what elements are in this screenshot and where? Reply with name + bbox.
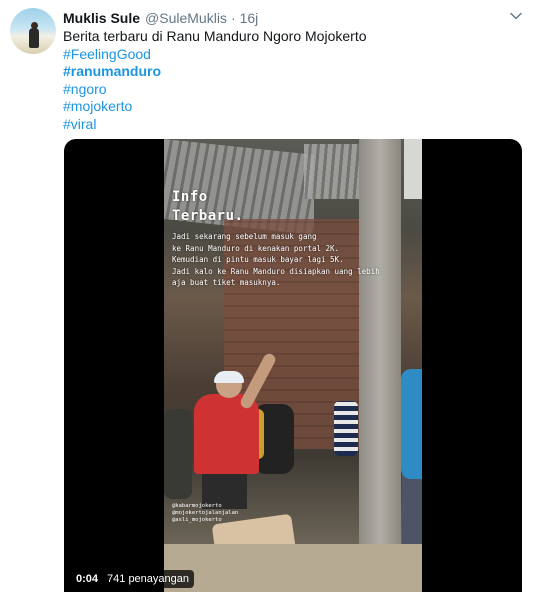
overlay-text-line: Kemudian di pintu masuk bayar lagi 5K.	[172, 255, 344, 265]
hashtag-ngoro[interactable]: #ngoro	[63, 81, 523, 99]
video-credits: @kabarmojokerto @mojokertojalanjalan @as…	[172, 503, 238, 525]
video-scene-wall	[164, 544, 422, 592]
video-player[interactable]: Info Terbaru. Jadi sekarang sebelum masu…	[64, 139, 522, 592]
video-scene-person	[334, 401, 358, 456]
display-name[interactable]: Muklis Sule	[63, 10, 140, 26]
video-caption-overlay: Info Terbaru. Jadi sekarang sebelum masu…	[172, 188, 412, 289]
overlay-title-line: Terbaru.	[172, 208, 244, 224]
chevron-down-icon[interactable]	[509, 9, 523, 23]
overlay-text-line: ke Ranu Manduro di kenakan portal 2K.	[172, 243, 340, 253]
hashtag-ranumanduro[interactable]: #ranumanduro	[63, 63, 523, 81]
video-elapsed-time: 0:04	[76, 573, 99, 585]
separator-dot: ·	[230, 10, 236, 26]
user-handle[interactable]: @SuleMuklis	[145, 10, 227, 26]
tweet-header: Muklis Sule @SuleMuklis · 16j	[63, 8, 258, 28]
video-view-count: 741 penayangan	[107, 573, 189, 585]
credit-handle: @asli_mojokerto	[172, 517, 222, 524]
overlay-text-line: Jadi sekarang sebelum masuk gang	[172, 232, 317, 241]
overlay-body: Jadi sekarang sebelum masuk gang ke Ranu…	[172, 231, 412, 289]
video-time-badge: 0:04 741 penayangan	[71, 570, 194, 588]
overlay-title-line: Info	[172, 189, 208, 205]
avatar[interactable]	[10, 8, 56, 54]
tweet: Muklis Sule @SuleMuklis · 16j Berita ter…	[0, 0, 537, 592]
hashtag-feelinggood[interactable]: #FeelingGood	[63, 46, 523, 64]
credit-handle: @kabarmojokerto	[172, 503, 222, 509]
video-frame[interactable]: Info Terbaru. Jadi sekarang sebelum masu…	[164, 139, 422, 592]
tweet-timestamp[interactable]: 16j	[240, 10, 259, 26]
tweet-text-line: Berita terbaru di Ranu Manduro Ngoro Moj…	[63, 28, 367, 44]
video-scene-cap	[214, 371, 244, 383]
video-scene-person	[164, 409, 192, 499]
hashtag-viral[interactable]: #viral	[63, 116, 523, 134]
avatar-figure	[29, 28, 39, 48]
overlay-text-line: aja buat tiket masuknya.	[172, 278, 281, 288]
hashtag-mojokerto[interactable]: #mojokerto	[63, 98, 523, 116]
overlay-text-line: Jadi kalo ke Ranu Manduro disiapkan uang…	[172, 266, 380, 276]
credit-handle: @mojokertojalanjalan	[172, 510, 239, 517]
video-scene-person	[401, 369, 422, 479]
tweet-text: Berita terbaru di Ranu Manduro Ngoro Moj…	[63, 28, 523, 133]
